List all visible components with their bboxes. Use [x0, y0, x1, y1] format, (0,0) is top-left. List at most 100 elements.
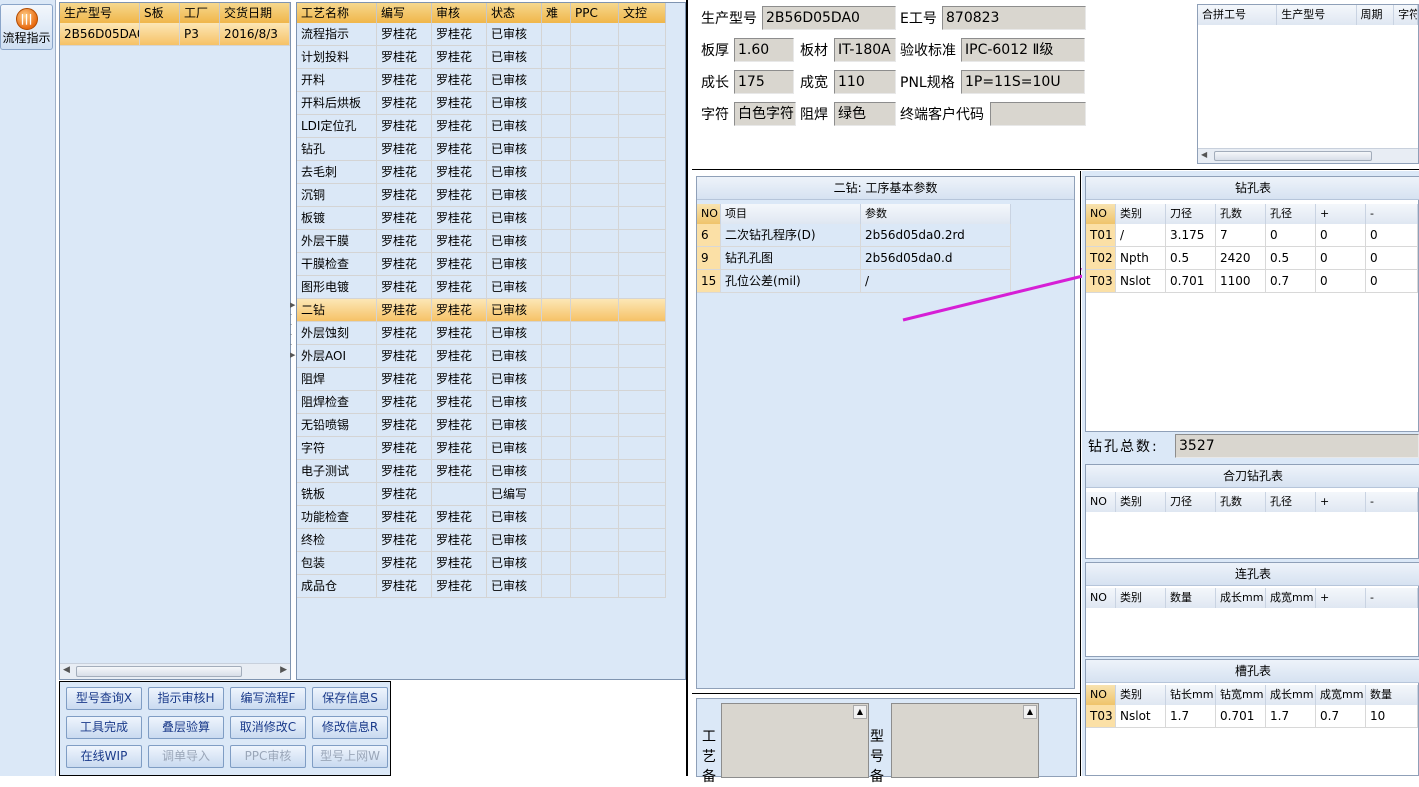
column-header[interactable]: 工艺名称	[297, 3, 377, 23]
action-button[interactable]: 型号查询X	[66, 687, 142, 710]
process-row[interactable]: 铣板 罗桂花 已编写	[297, 483, 685, 506]
column-header[interactable]: 类别	[1116, 492, 1166, 512]
column-header[interactable]: 字符	[1394, 5, 1418, 25]
table-row[interactable]: T03 Nslot 0.701 1100 0.7 0 0	[1086, 270, 1418, 293]
action-button[interactable]: 保存信息S	[312, 687, 388, 710]
column-header[interactable]: 文控	[619, 3, 666, 23]
column-header[interactable]: +	[1316, 204, 1366, 224]
column-header[interactable]: 审核	[432, 3, 487, 23]
eno-field[interactable]: 870823	[942, 6, 1086, 30]
column-header[interactable]: 交货日期	[220, 3, 290, 23]
process-row[interactable]: 字符 罗桂花 罗桂花 已审核	[297, 437, 685, 460]
scroll-right-arrow-icon[interactable]: ▶	[280, 665, 287, 675]
customer-code-field[interactable]	[990, 102, 1086, 126]
action-button[interactable]: PPC审核	[230, 745, 306, 768]
action-button[interactable]: 编写流程F	[230, 687, 306, 710]
column-header[interactable]: S板	[140, 3, 180, 23]
column-header[interactable]: NO	[1086, 685, 1116, 705]
action-button[interactable]: 调单导入	[148, 745, 224, 768]
scroll-up-arrow-icon[interactable]: ▲	[1023, 705, 1037, 719]
column-header[interactable]: 项目	[721, 204, 861, 224]
process-row[interactable]: 计划投料 罗桂花 罗桂花 已审核	[297, 46, 685, 69]
process-row[interactable]: 终检 罗桂花 罗桂花 已审核	[297, 529, 685, 552]
column-header[interactable]: 成宽mm	[1266, 588, 1316, 608]
action-button[interactable]: 修改信息R	[312, 716, 388, 739]
column-header[interactable]: 类别	[1116, 204, 1166, 224]
process-row[interactable]: 开料后烘板 罗桂花 罗桂花 已审核	[297, 92, 685, 115]
action-button[interactable]: 指示审核H	[148, 687, 224, 710]
process-row[interactable]: 图形电镀 罗桂花 罗桂花 已审核	[297, 276, 685, 299]
action-button[interactable]: 叠层验算	[148, 716, 224, 739]
character-field[interactable]: 白色字符	[734, 102, 796, 126]
scroll-left-arrow-icon[interactable]: ◀	[1201, 150, 1207, 159]
process-row[interactable]: 外层蚀刻 罗桂花 罗桂花 已审核	[297, 322, 685, 345]
column-header[interactable]: -	[1366, 588, 1418, 608]
column-header[interactable]: +	[1316, 492, 1366, 512]
table-row[interactable]: T01/3.175 7 0 0 0	[1086, 224, 1418, 247]
column-header[interactable]: NO	[1086, 492, 1116, 512]
process-row[interactable]: 阻焊检查 罗桂花 罗桂花 已审核	[297, 391, 685, 414]
table-row[interactable]: 2B56D05DA0 P3 2016/8/3	[60, 23, 290, 46]
process-row[interactable]: 外层干膜 罗桂花 罗桂花 已审核	[297, 230, 685, 253]
thickness-field[interactable]: 1.60	[734, 38, 794, 62]
process-row[interactable]: 钻孔 罗桂花 罗桂花 已审核	[297, 138, 685, 161]
column-header[interactable]: 刀径	[1166, 204, 1216, 224]
column-header[interactable]: +	[1316, 588, 1366, 608]
material-field[interactable]: IT-180A	[834, 38, 896, 62]
process-row[interactable]: 流程指示 罗桂花 罗桂花 已审核	[297, 23, 685, 46]
column-header[interactable]: 孔数	[1216, 492, 1266, 512]
flow-indicator-button[interactable]: ||| 流程指示	[0, 4, 53, 50]
column-header[interactable]: 孔径	[1266, 204, 1316, 224]
model-list-scrollbar[interactable]: ◀ ▶	[60, 663, 290, 679]
column-header[interactable]: 成长mm	[1216, 588, 1266, 608]
column-header[interactable]: 类别	[1116, 588, 1166, 608]
column-header[interactable]: 孔数	[1216, 204, 1266, 224]
action-button[interactable]: 型号上网W	[312, 745, 388, 768]
column-header[interactable]: 数量	[1166, 588, 1216, 608]
column-header[interactable]: 类别	[1116, 685, 1166, 705]
solder-mask-field[interactable]: 绿色	[834, 102, 896, 126]
process-row[interactable]: 电子测试 罗桂花 罗桂花 已审核	[297, 460, 685, 483]
length-field[interactable]: 175	[734, 70, 794, 94]
column-header[interactable]: NO	[1086, 204, 1116, 224]
column-header[interactable]: 编写	[377, 3, 432, 23]
process-row[interactable]: 二钻 罗桂花 罗桂花 已审核	[297, 299, 685, 322]
process-memo-textarea[interactable]: ▲	[721, 703, 869, 778]
column-header[interactable]: 难	[542, 3, 571, 23]
process-row[interactable]: LDI定位孔 罗桂花 罗桂花 已审核	[297, 115, 685, 138]
model-field[interactable]: 2B56D05DA0	[762, 6, 896, 30]
scrollbar-thumb[interactable]	[76, 666, 242, 677]
column-header[interactable]: 合拼工号	[1198, 5, 1278, 25]
column-header[interactable]: 数量	[1366, 685, 1418, 705]
column-header[interactable]: 工厂	[180, 3, 220, 23]
column-header[interactable]: 成长mm	[1266, 685, 1316, 705]
column-header[interactable]: 状态	[487, 3, 542, 23]
combine-table-scrollbar[interactable]: ◀	[1198, 148, 1418, 163]
column-header[interactable]: 孔径	[1266, 492, 1316, 512]
drill-total-field[interactable]: 3527	[1175, 434, 1419, 458]
column-header[interactable]: -	[1366, 204, 1418, 224]
column-header[interactable]: 成宽mm	[1316, 685, 1366, 705]
process-row[interactable]: 开料 罗桂花 罗桂花 已审核	[297, 69, 685, 92]
process-row[interactable]: 去毛刺 罗桂花 罗桂花 已审核	[297, 161, 685, 184]
column-header[interactable]: 刀径	[1166, 492, 1216, 512]
action-button[interactable]: 工具完成	[66, 716, 142, 739]
width-field[interactable]: 110	[834, 70, 896, 94]
column-header[interactable]: -	[1366, 492, 1418, 512]
table-row[interactable]: T02 Npth 0.5 2420 0.5 0 0	[1086, 247, 1418, 270]
process-row[interactable]: 阻焊 罗桂花 罗桂花 已审核	[297, 368, 685, 391]
action-button[interactable]: 取消修改C	[230, 716, 306, 739]
standard-field[interactable]: IPC-6012 Ⅱ级	[961, 38, 1085, 62]
process-row[interactable]: 外层AOI 罗桂花 罗桂花 已审核	[297, 345, 685, 368]
table-row[interactable]: 6 二次钻孔程序(D) 2b56d05da0.2rd	[697, 224, 1011, 247]
process-row[interactable]: 干膜检查 罗桂花 罗桂花 已审核	[297, 253, 685, 276]
scroll-up-arrow-icon[interactable]: ▲	[853, 705, 867, 719]
column-header[interactable]: 参数	[861, 204, 1011, 224]
process-row[interactable]: 包装 罗桂花 罗桂花 已审核	[297, 552, 685, 575]
scrollbar-thumb[interactable]	[1214, 151, 1372, 161]
column-header[interactable]: NO	[697, 204, 721, 224]
column-header[interactable]: 钻长mm	[1166, 685, 1216, 705]
column-header[interactable]: NO	[1086, 588, 1116, 608]
process-row[interactable]: 成品仓 罗桂花 罗桂花 已审核	[297, 575, 685, 598]
action-button[interactable]: 在线WIP	[66, 745, 142, 768]
